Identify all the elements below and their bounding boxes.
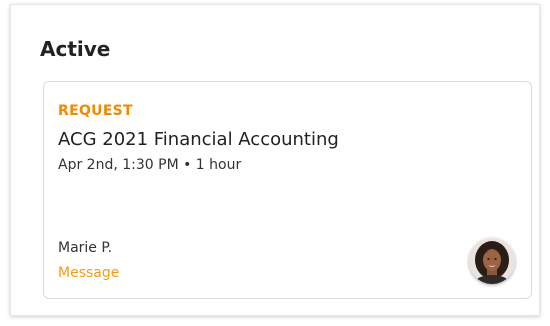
course-title: ACG 2021 Financial Accounting — [58, 129, 339, 150]
status-label: REQUEST — [58, 103, 133, 119]
active-sessions-panel: Active REQUEST ACG 2021 Financial Accoun… — [10, 4, 540, 316]
session-card[interactable]: REQUEST ACG 2021 Financial Accounting Ap… — [43, 81, 532, 299]
tutor-name: Marie P. — [58, 240, 113, 256]
message-link[interactable]: Message — [58, 263, 119, 283]
tutor-avatar-icon — [469, 238, 515, 284]
avatar[interactable] — [469, 238, 515, 284]
session-schedule: Apr 2nd, 1:30 PM • 1 hour — [58, 157, 242, 173]
section-title: Active — [40, 37, 111, 61]
